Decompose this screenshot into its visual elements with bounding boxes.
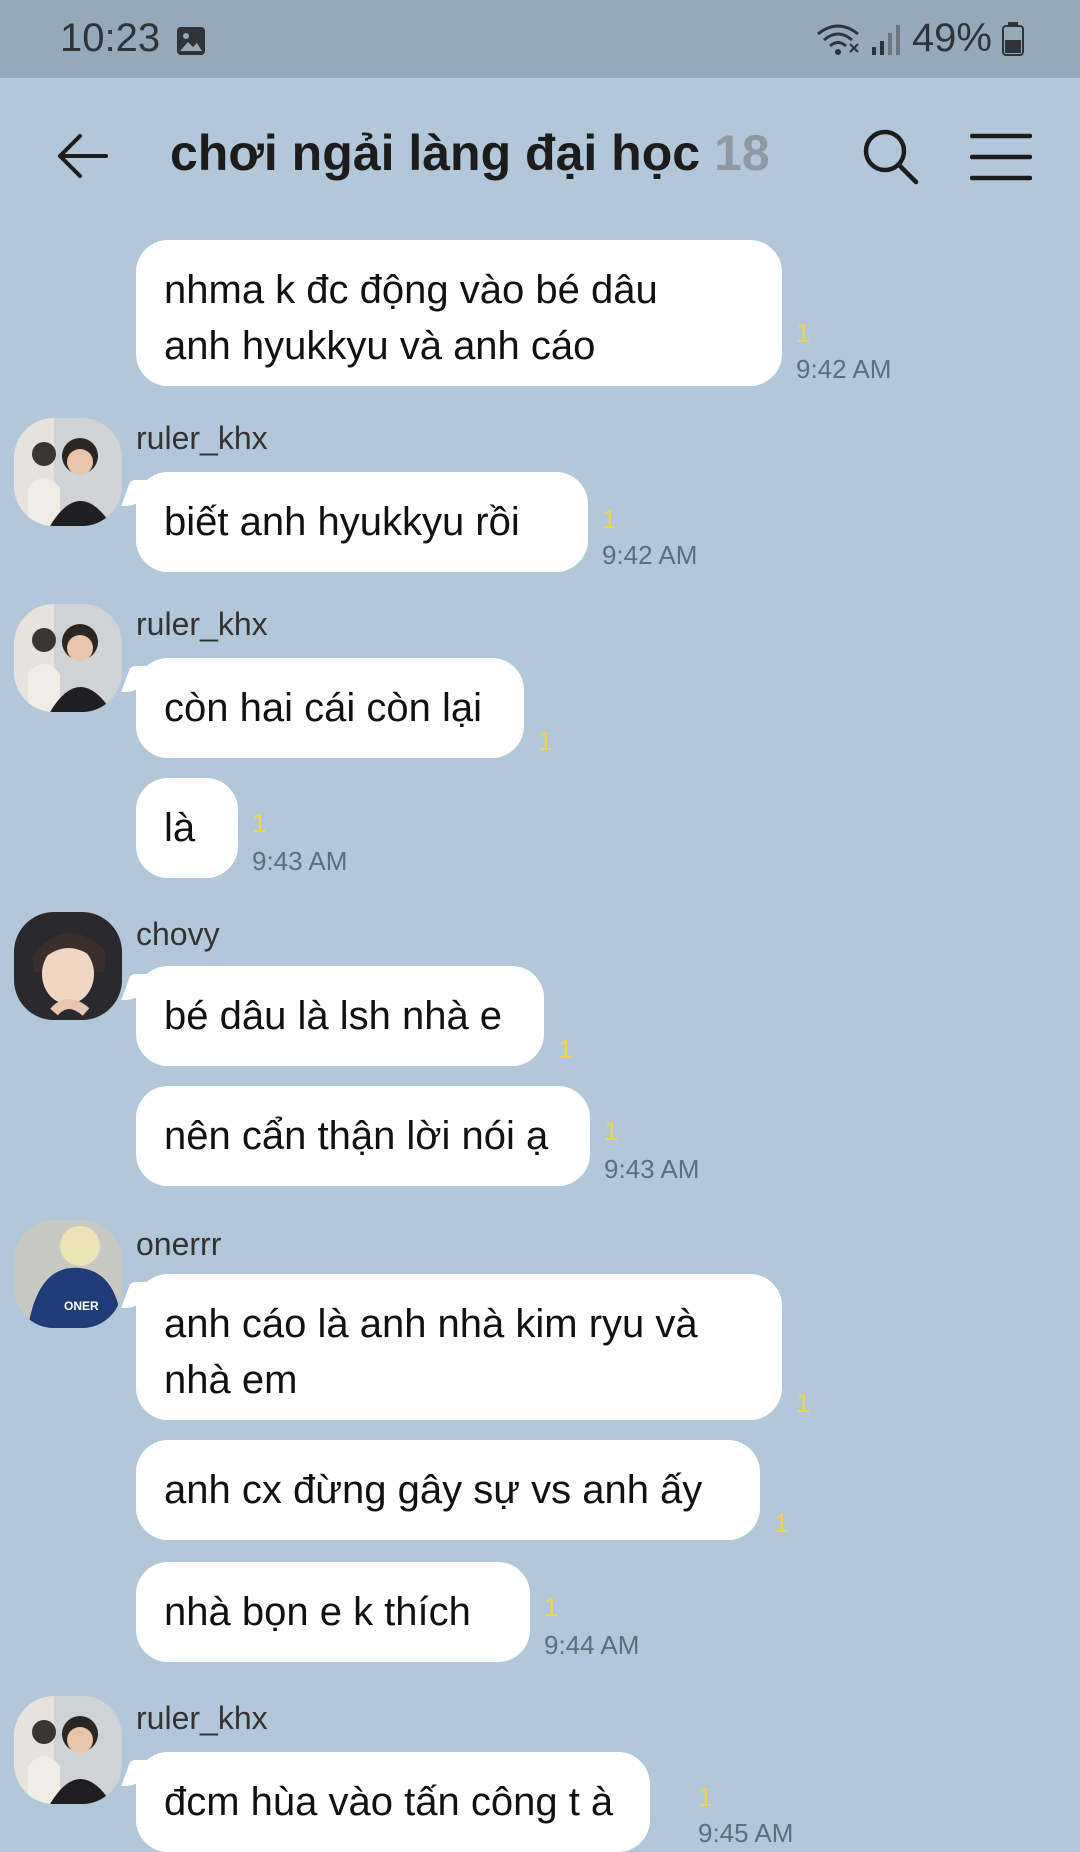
avatar[interactable]: ONER bbox=[14, 1220, 122, 1328]
back-arrow-icon[interactable] bbox=[54, 128, 110, 184]
message-bubble[interactable]: đcm hùa vào tấn công t à bbox=[136, 1752, 650, 1852]
status-time: 10:23 bbox=[60, 16, 161, 60]
message-bubble[interactable]: là bbox=[136, 778, 238, 878]
message-bubble[interactable]: nhà bọn e k thích bbox=[136, 1562, 530, 1662]
unread-count: 1 bbox=[698, 1782, 713, 1812]
chat-header: chơi ngải làng đại học 18 bbox=[0, 78, 1080, 238]
menu-icon[interactable] bbox=[970, 132, 1032, 182]
sender-name: ruler_khx bbox=[136, 1700, 268, 1736]
member-count: 18 bbox=[714, 125, 770, 181]
chat-title-text: chơi ngải làng đại học bbox=[170, 125, 701, 181]
message-line: anh hyukkyu và anh cáo bbox=[164, 324, 596, 368]
message-line: nhà bọn e k thích bbox=[164, 1590, 471, 1634]
unread-count: 1 bbox=[544, 1592, 559, 1622]
unread-count: 1 bbox=[604, 1116, 619, 1146]
sender-name: ruler_khx bbox=[136, 420, 268, 456]
message-time: 9:44 AM bbox=[544, 1630, 640, 1660]
status-bar: 10:23 49% bbox=[0, 0, 1080, 78]
message-time: 9:43 AM bbox=[252, 846, 348, 876]
message-bubble[interactable]: còn hai cái còn lại bbox=[136, 658, 524, 758]
message-time: 9:42 AM bbox=[796, 354, 892, 384]
signal-icon bbox=[871, 24, 900, 55]
message-line: nên cẩn thận lời nói ạ bbox=[164, 1114, 549, 1158]
message-bubble[interactable]: nên cẩn thận lời nói ạ bbox=[136, 1086, 590, 1186]
avatar[interactable] bbox=[14, 604, 122, 712]
message-bubble[interactable]: bé dâu là lsh nhà e bbox=[136, 966, 544, 1066]
message-bubble[interactable]: anh cx đừng gây sự vs anh ấy bbox=[136, 1440, 760, 1540]
svg-text:ONER: ONER bbox=[64, 1299, 99, 1313]
unread-count: 1 bbox=[538, 726, 553, 756]
unread-count: 1 bbox=[796, 1388, 811, 1418]
message-line: anh cx đừng gây sự vs anh ấy bbox=[164, 1468, 703, 1512]
search-icon[interactable] bbox=[860, 126, 920, 186]
avatar[interactable] bbox=[14, 912, 122, 1020]
message-time: 9:43 AM bbox=[604, 1154, 700, 1184]
message-bubble[interactable]: anh cáo là anh nhà kim ryu và nhà em bbox=[136, 1274, 782, 1420]
avatar[interactable] bbox=[14, 1696, 122, 1804]
message-bubble[interactable]: nhma k đc động vào bé dâu anh hyukkyu và… bbox=[136, 240, 782, 386]
message-line: còn hai cái còn lại bbox=[164, 686, 482, 730]
unread-count: 1 bbox=[796, 318, 811, 348]
message-line: nhma k đc động vào bé dâu bbox=[164, 268, 658, 312]
wifi-icon bbox=[817, 24, 859, 55]
sender-name: ruler_khx bbox=[136, 606, 268, 642]
unread-count: 1 bbox=[252, 808, 267, 838]
unread-count: 1 bbox=[558, 1034, 573, 1064]
chat-title: chơi ngải làng đại học 18 bbox=[170, 124, 770, 182]
avatar[interactable] bbox=[14, 418, 122, 526]
message-bubble[interactable]: biết anh hyukkyu rồi bbox=[136, 472, 588, 572]
message-line: nhà em bbox=[164, 1358, 298, 1402]
message-line: anh cáo là anh nhà kim ryu và bbox=[164, 1302, 698, 1346]
sender-name: chovy bbox=[136, 916, 220, 952]
battery-percent: 49% bbox=[911, 16, 992, 60]
unread-count: 1 bbox=[774, 1508, 789, 1538]
message-time: 9:45 AM bbox=[698, 1818, 794, 1848]
message-time: 9:42 AM bbox=[602, 540, 698, 570]
message-line: là bbox=[164, 806, 196, 850]
sender-name: onerrr bbox=[136, 1226, 222, 1262]
battery-icon bbox=[1002, 21, 1024, 56]
image-notification-icon bbox=[177, 27, 205, 55]
unread-count: 1 bbox=[602, 504, 617, 534]
message-line: biết anh hyukkyu rồi bbox=[164, 500, 520, 544]
message-line: đcm hùa vào tấn công t à bbox=[164, 1780, 614, 1824]
message-line: bé dâu là lsh nhà e bbox=[164, 994, 503, 1038]
